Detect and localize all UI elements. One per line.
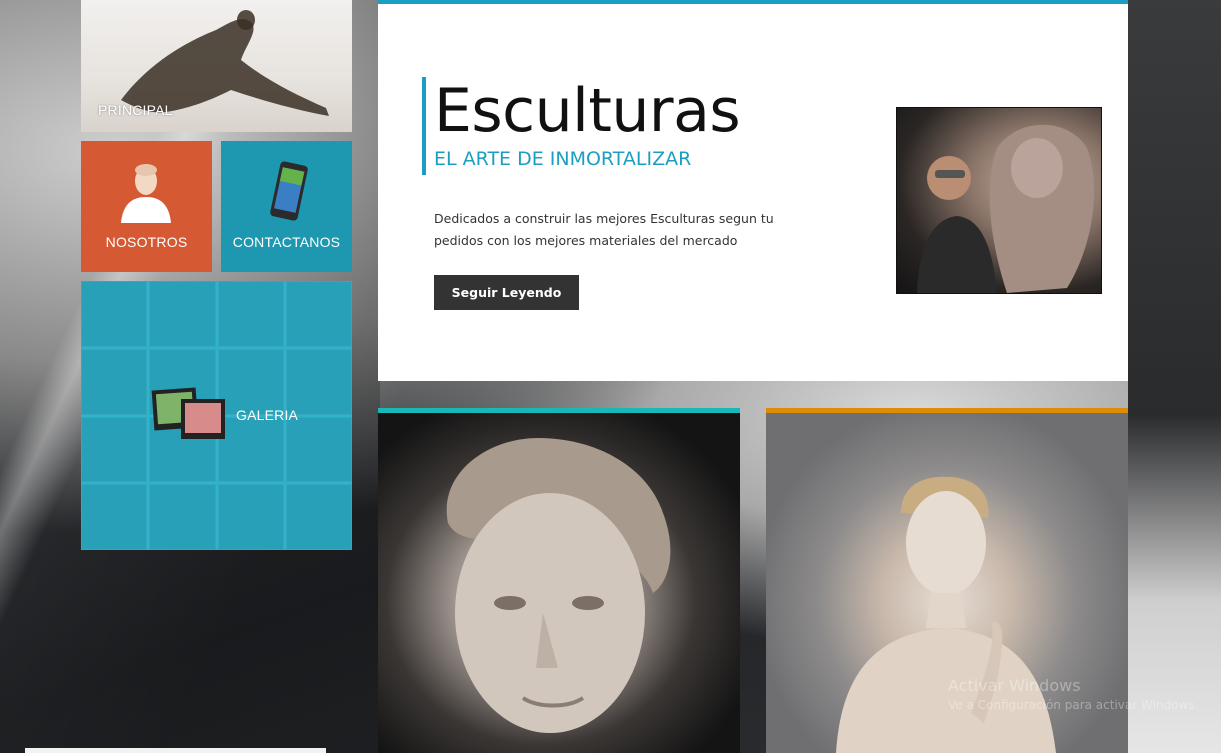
smartphone-icon xyxy=(270,161,308,221)
hero-subtitle: EL ARTE DE INMORTALIZAR xyxy=(434,148,692,170)
tile-principal-label: PRINCIPAL xyxy=(98,102,173,118)
tile-galeria[interactable]: GALERIA xyxy=(81,281,352,550)
hero-card: Esculturas EL ARTE DE INMORTALIZAR Dedic… xyxy=(378,0,1128,381)
bust-sculpture-image xyxy=(446,438,671,733)
user-avatar-icon xyxy=(121,164,171,223)
tile-nosotros[interactable]: NOSOTROS xyxy=(81,141,212,272)
sculptor-illustration xyxy=(917,124,1095,293)
tile-contactanos-label: CONTACTANOS xyxy=(232,234,341,250)
activate-windows-watermark-subtitle: Ve a Configuración para activar Windows. xyxy=(948,698,1199,712)
hero-accent-bar xyxy=(422,77,426,175)
tile-principal[interactable]: PRINCIPAL xyxy=(81,0,352,132)
bottom-scroll-indicator xyxy=(25,748,326,753)
tile-galeria-label: GALERIA xyxy=(236,407,299,423)
seguir-leyendo-button[interactable]: Seguir Leyendo xyxy=(434,275,579,310)
sculpture-card-left[interactable] xyxy=(378,408,740,753)
activate-windows-watermark-title: Activar Windows xyxy=(948,676,1081,695)
background-sculpture-right xyxy=(1128,0,1221,753)
hero-title: Esculturas xyxy=(434,76,741,146)
tile-contactanos[interactable]: CONTACTANOS xyxy=(221,141,352,272)
hero-description: Dedicados a construir las mejores Escult… xyxy=(434,211,774,248)
sculptor-photo xyxy=(896,107,1102,294)
photo-gallery-icon xyxy=(151,387,225,439)
tile-nosotros-label: NOSOTROS xyxy=(105,234,188,250)
